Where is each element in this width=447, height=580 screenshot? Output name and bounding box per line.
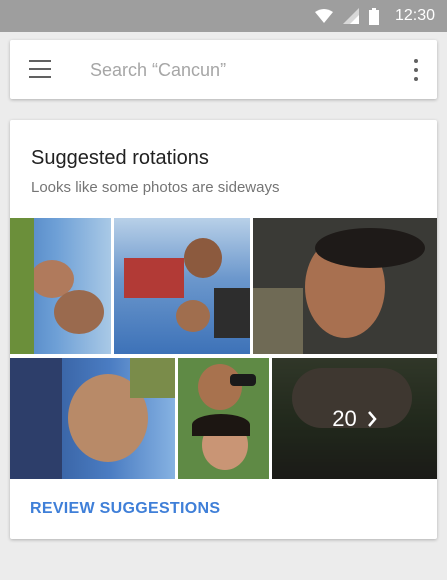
chevron-right-icon — [367, 410, 377, 427]
status-time: 12:30 — [394, 7, 435, 24]
suggested-rotations-card: Suggested rotations Looks like some phot… — [10, 120, 437, 539]
more-photos-count: 20 — [332, 405, 357, 431]
photo-couple-sideways[interactable] — [10, 218, 111, 354]
battery-icon — [368, 7, 379, 25]
photo-smiling-man[interactable] — [253, 218, 437, 354]
more-photos-overlay: 20 — [272, 358, 437, 479]
more-vert-icon[interactable] — [413, 59, 419, 81]
signal-icon — [342, 8, 359, 24]
review-suggestions-button[interactable]: REVIEW SUGGESTIONS — [30, 500, 220, 518]
status-icons: 12:30 — [314, 0, 447, 32]
photo-bald-man[interactable] — [10, 358, 175, 479]
photo-group-plaid[interactable] — [114, 218, 250, 354]
wifi-icon — [314, 9, 333, 23]
photo-more-group[interactable]: 20 — [272, 358, 437, 479]
card-title: Suggested rotations — [31, 147, 209, 169]
menu-icon[interactable] — [29, 60, 51, 78]
card-subtitle: Looks like some photos are sideways — [31, 179, 280, 196]
search-input[interactable] — [88, 54, 382, 86]
status-bar: 12:30 — [0, 0, 447, 32]
photo-selfie-couple[interactable] — [178, 358, 269, 479]
search-bar — [10, 40, 437, 99]
